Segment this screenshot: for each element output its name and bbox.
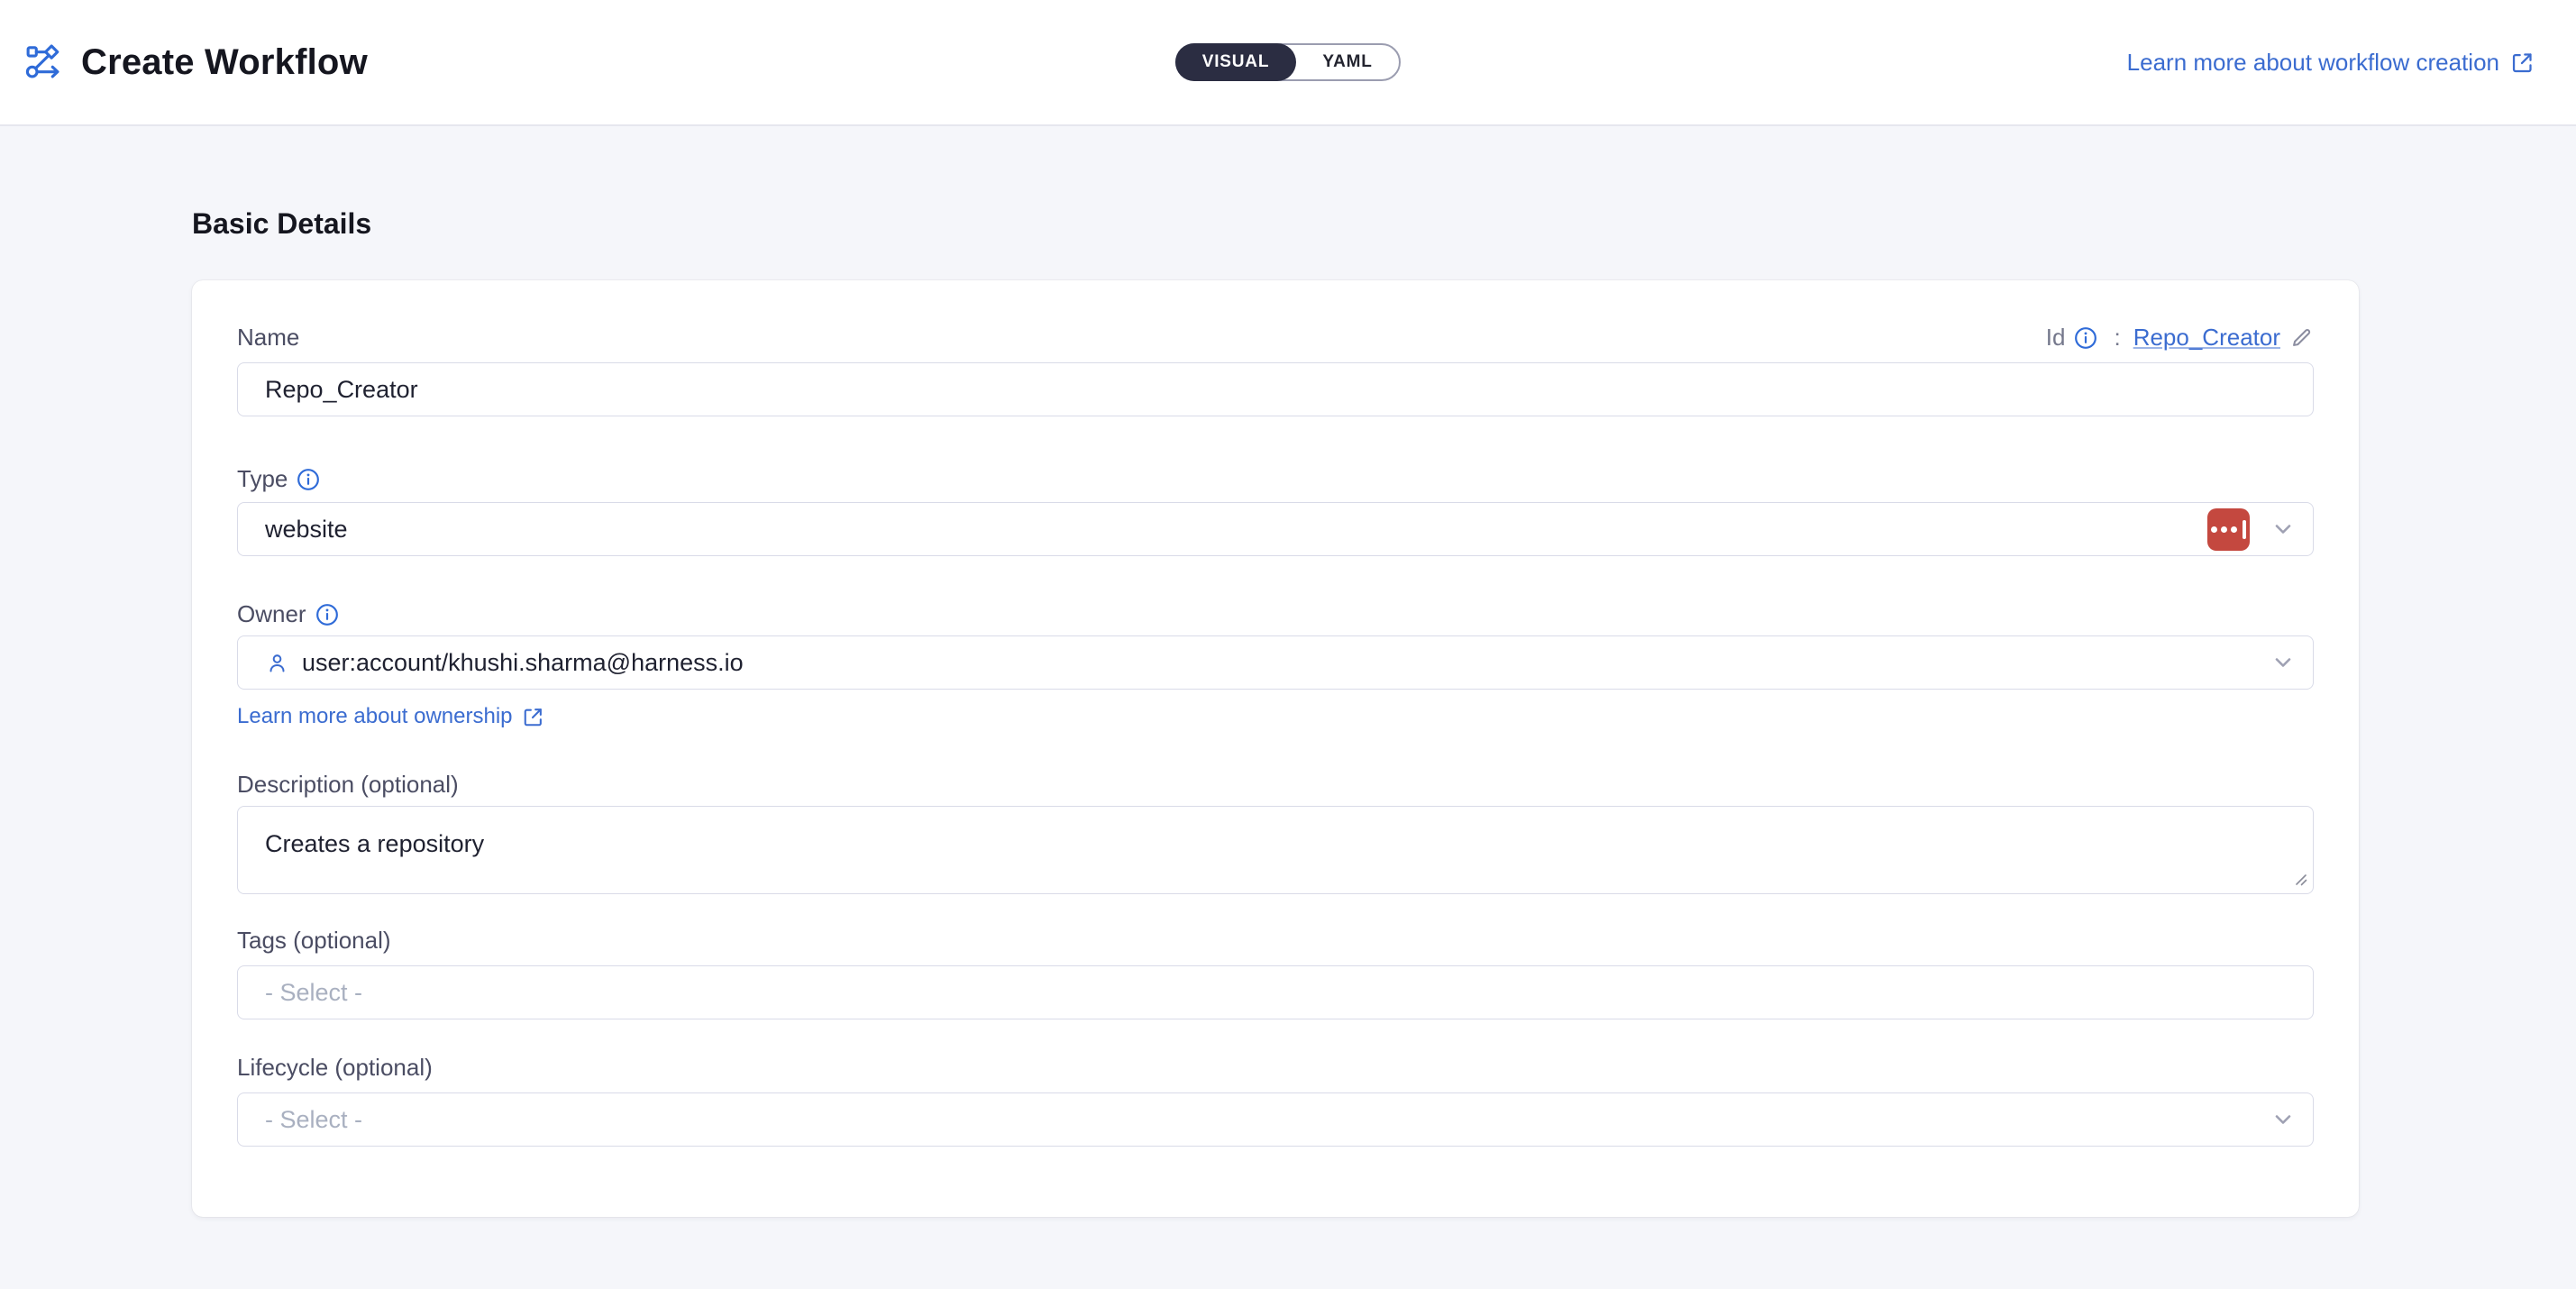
tags-input[interactable]: [237, 965, 2314, 1019]
resize-handle-icon[interactable]: [2294, 873, 2307, 886]
owner-select[interactable]: [237, 635, 2314, 690]
id-label: Id: [2046, 324, 2066, 352]
chevron-down-icon[interactable]: [2270, 649, 2297, 676]
learn-more-workflow-label: Learn more about workflow creation: [2127, 49, 2499, 77]
workflow-icon: [23, 42, 63, 82]
page-title: Create Workflow: [81, 42, 368, 83]
edit-icon[interactable]: [2289, 325, 2314, 350]
name-id-row: Name Id : Repo_Creator: [237, 324, 2314, 352]
password-manager-icon[interactable]: [2207, 508, 2250, 551]
lifecycle-label: Lifecycle (optional): [237, 1054, 2314, 1082]
visual-yaml-toggle: VISUAL YAML: [1175, 43, 1401, 81]
owner-label: Owner: [237, 600, 306, 628]
toggle-visual[interactable]: VISUAL: [1175, 43, 1296, 81]
type-value: website: [265, 516, 2207, 544]
id-group: Id : Repo_Creator: [2046, 324, 2314, 352]
section-title: Basic Details: [192, 207, 2576, 241]
chevron-down-icon[interactable]: [2270, 516, 2297, 543]
type-label: Type: [237, 465, 288, 493]
basic-details-card: Name Id : Repo_Creator: [192, 280, 2359, 1217]
lifecycle-select[interactable]: - Select -: [237, 1092, 2314, 1147]
owner-input[interactable]: [289, 649, 2270, 677]
learn-more-workflow-link[interactable]: Learn more about workflow creation: [2127, 49, 2535, 77]
owner-label-row: Owner: [237, 600, 2314, 628]
toggle-yaml[interactable]: YAML: [1296, 45, 1399, 79]
id-value-link[interactable]: Repo_Creator: [2133, 324, 2280, 352]
type-select-right: [2207, 508, 2297, 551]
name-input[interactable]: [237, 362, 2314, 416]
id-separator: :: [2114, 324, 2120, 352]
type-label-row: Type: [237, 465, 2314, 493]
chevron-down-icon[interactable]: [2270, 1106, 2297, 1133]
lifecycle-placeholder: - Select -: [265, 1106, 2270, 1134]
tags-label: Tags (optional): [237, 927, 2314, 955]
title-group: Create Workflow: [23, 42, 368, 83]
learn-more-ownership-link[interactable]: Learn more about ownership: [237, 704, 544, 729]
main-content: Basic Details Name Id : Repo_Creator: [0, 126, 2576, 1217]
learn-more-ownership-label: Learn more about ownership: [237, 704, 513, 729]
description-textarea[interactable]: Creates a repository: [237, 806, 2314, 894]
info-icon[interactable]: [297, 468, 320, 491]
external-link-icon: [522, 706, 544, 728]
page-header: Create Workflow VISUAL YAML Learn more a…: [0, 0, 2576, 126]
info-icon[interactable]: [2074, 326, 2097, 350]
name-label: Name: [237, 324, 299, 352]
user-icon: [265, 651, 289, 675]
info-icon[interactable]: [315, 603, 339, 626]
description-label: Description (optional): [237, 771, 2314, 799]
type-select[interactable]: website: [237, 502, 2314, 556]
external-link-icon: [2510, 50, 2535, 75]
